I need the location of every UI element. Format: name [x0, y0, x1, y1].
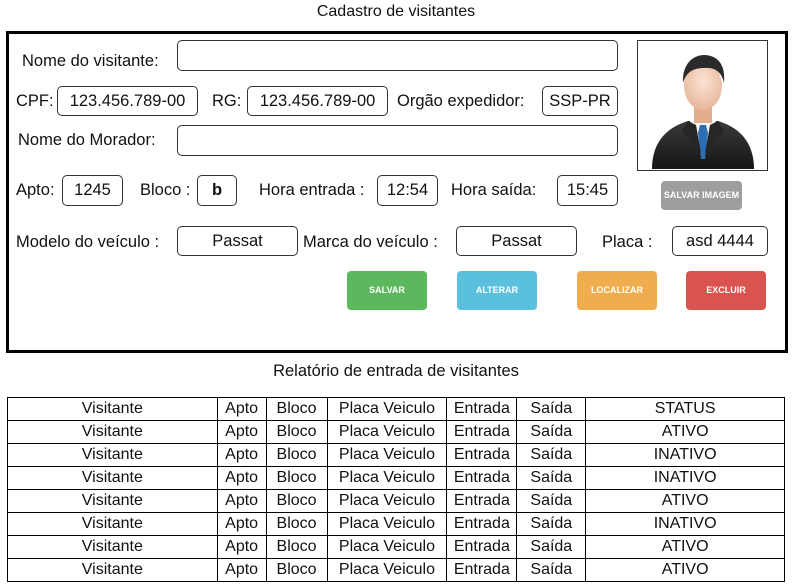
cell-status: ATIVO	[585, 420, 785, 444]
cell-apto: Apto	[216, 512, 267, 536]
cell-saida: Saída	[516, 535, 587, 559]
bloco-input[interactable]: b	[197, 175, 237, 206]
marca-input[interactable]: Passat	[456, 226, 577, 256]
cell-saida: Saída	[516, 512, 587, 536]
cell-apto: Apto	[216, 420, 267, 444]
report-title: Relatório de entrada de visitantes	[273, 362, 519, 380]
cell-bloco: Bloco	[265, 512, 328, 536]
cell-placa: Placa Veiculo	[326, 466, 448, 490]
hora-entrada-input[interactable]: 12:54	[377, 175, 438, 206]
cell-bloco: Bloco	[265, 558, 328, 582]
table-row[interactable]: Visitante Apto Bloco Placa Veiculo Entra…	[7, 420, 785, 444]
visitor-photo	[637, 40, 768, 171]
cell-status: ATIVO	[585, 489, 785, 513]
bloco-label: Bloco :	[140, 181, 191, 199]
form-title: Cadastro de visitantes	[316, 3, 476, 20]
cell-entrada: Entrada	[446, 443, 518, 467]
cell-apto: Apto	[216, 558, 267, 582]
cell-saida: Saída	[516, 466, 587, 490]
col-header-status: STATUS	[585, 397, 785, 421]
cpf-input[interactable]: 123.456.789-00	[57, 86, 198, 116]
cell-visitante: Visitante	[7, 466, 218, 490]
cell-bloco: Bloco	[265, 420, 328, 444]
save-button[interactable]: SALVAR	[347, 271, 427, 310]
cell-placa: Placa Veiculo	[326, 535, 448, 559]
edit-button[interactable]: ALTERAR	[457, 271, 537, 310]
nome-visitante-label: Nome do visitante:	[22, 52, 159, 70]
marca-label: Marca do veículo :	[303, 233, 438, 251]
table-header-row: Visitante Apto Bloco Placa Veiculo Entra…	[7, 397, 785, 421]
col-header-saida: Saída	[516, 397, 587, 421]
cell-apto: Apto	[216, 443, 267, 467]
apto-input[interactable]: 1245	[62, 175, 123, 206]
cell-bloco: Bloco	[265, 535, 328, 559]
cell-placa: Placa Veiculo	[326, 558, 448, 582]
save-image-button[interactable]: SALVAR IMAGEM	[661, 181, 742, 210]
cell-placa: Placa Veiculo	[326, 420, 448, 444]
modelo-label: Modelo do veículo :	[16, 233, 160, 251]
cell-visitante: Visitante	[7, 535, 218, 559]
cell-status: ATIVO	[585, 535, 785, 559]
col-header-bloco: Bloco	[265, 397, 328, 421]
table-row[interactable]: Visitante Apto Bloco Placa Veiculo Entra…	[7, 466, 785, 490]
cell-entrada: Entrada	[446, 466, 518, 490]
cell-visitante: Visitante	[7, 443, 218, 467]
cell-status: INATIVO	[585, 466, 785, 490]
cell-visitante: Visitante	[7, 489, 218, 513]
col-header-entrada: Entrada	[446, 397, 518, 421]
cell-visitante: Visitante	[7, 558, 218, 582]
cell-visitante: Visitante	[7, 420, 218, 444]
cell-bloco: Bloco	[265, 443, 328, 467]
cpf-label: CPF:	[16, 92, 54, 110]
cell-apto: Apto	[216, 489, 267, 513]
cell-entrada: Entrada	[446, 535, 518, 559]
table-row[interactable]: Visitante Apto Bloco Placa Veiculo Entra…	[7, 443, 785, 467]
cell-entrada: Entrada	[446, 558, 518, 582]
rg-label: RG:	[212, 92, 242, 110]
cell-placa: Placa Veiculo	[326, 489, 448, 513]
cell-entrada: Entrada	[446, 512, 518, 536]
col-header-placa: Placa Veiculo	[326, 397, 448, 421]
hora-saida-label: Hora saída:	[451, 181, 537, 199]
nome-visitante-input[interactable]	[177, 40, 618, 71]
col-header-apto: Apto	[216, 397, 267, 421]
table-row[interactable]: Visitante Apto Bloco Placa Veiculo Entra…	[7, 535, 785, 559]
hora-saida-input[interactable]: 15:45	[557, 175, 618, 206]
cell-apto: Apto	[216, 466, 267, 490]
hora-entrada-label: Hora entrada :	[259, 181, 365, 199]
search-button[interactable]: LOCALIZAR	[577, 271, 657, 310]
cell-status: INATIVO	[585, 512, 785, 536]
cell-status: INATIVO	[585, 443, 785, 467]
nome-morador-label: Nome do Morador:	[18, 131, 156, 149]
placa-input[interactable]: asd 4444	[672, 226, 768, 256]
placa-label: Placa :	[602, 233, 653, 251]
orgao-label: Orgão expedidor:	[397, 92, 525, 110]
table-row[interactable]: Visitante Apto Bloco Placa Veiculo Entra…	[7, 512, 785, 536]
table-row[interactable]: Visitante Apto Bloco Placa Veiculo Entra…	[7, 558, 785, 582]
nome-morador-input[interactable]	[177, 125, 618, 156]
cell-bloco: Bloco	[265, 489, 328, 513]
table-row[interactable]: Visitante Apto Bloco Placa Veiculo Entra…	[7, 489, 785, 513]
col-header-visitante: Visitante	[7, 397, 218, 421]
cell-bloco: Bloco	[265, 466, 328, 490]
person-avatar-icon	[652, 55, 754, 169]
cell-apto: Apto	[216, 535, 267, 559]
cell-entrada: Entrada	[446, 489, 518, 513]
cell-saida: Saída	[516, 420, 587, 444]
orgao-input[interactable]: SSP-PR	[542, 86, 618, 116]
apto-label: Apto:	[16, 181, 55, 199]
rg-input[interactable]: 123.456.789-00	[247, 86, 388, 116]
cell-status: ATIVO	[585, 558, 785, 582]
delete-button[interactable]: EXCLUIR	[686, 271, 766, 310]
modelo-input[interactable]: Passat	[177, 226, 298, 256]
cell-placa: Placa Veiculo	[326, 512, 448, 536]
cell-saida: Saída	[516, 558, 587, 582]
cell-visitante: Visitante	[7, 512, 218, 536]
cell-saida: Saída	[516, 443, 587, 467]
cell-saida: Saída	[516, 489, 587, 513]
cell-placa: Placa Veiculo	[326, 443, 448, 467]
visitors-report-table: Visitante Apto Bloco Placa Veiculo Entra…	[7, 397, 785, 582]
cell-entrada: Entrada	[446, 420, 518, 444]
